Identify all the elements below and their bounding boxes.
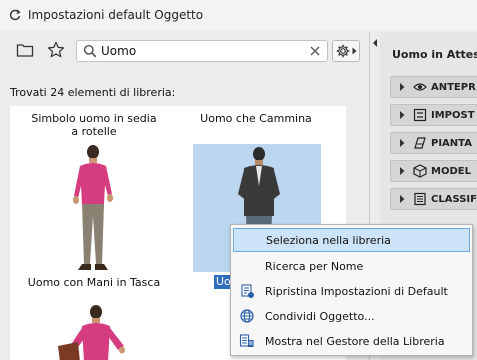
selected-object-title: Uomo in Attesa: [392, 48, 477, 61]
reset-icon: [241, 284, 254, 298]
menu-item-show-in-library-manager[interactable]: Mostra nel Gestore della Libreria: [233, 329, 470, 353]
chevron-right-icon: [352, 47, 356, 55]
menu-item-search-by-name[interactable]: Ricerca per Nome: [233, 254, 470, 278]
section-label: IMPOST: [431, 109, 475, 121]
section-label: MODEL: [431, 165, 471, 177]
library-toolbar: [0, 32, 368, 70]
man-with-bag-thumbnail[interactable]: [48, 302, 138, 360]
folder-button[interactable]: [14, 39, 36, 61]
section-model[interactable]: MODEL: [390, 160, 477, 182]
search-icon: [83, 44, 97, 58]
results-count: Trovati 24 elementi di libreria:: [10, 86, 176, 99]
collapse-panel-icon[interactable]: [371, 38, 379, 48]
library-item-label[interactable]: Simbolo uomo in sedia a rotelle: [10, 112, 178, 138]
section-label: ANTEPR: [431, 81, 476, 93]
chevron-right-icon: [400, 111, 405, 119]
globe-icon: [240, 309, 254, 323]
context-menu: Seleziona nella libreria Ricerca per Nom…: [230, 224, 473, 356]
folder-icon: [16, 44, 34, 57]
floorplan-icon: [414, 137, 426, 149]
chevron-right-icon: [400, 167, 405, 175]
section-preview[interactable]: ANTEPR: [390, 76, 477, 98]
window-title: Impostazioni default Oggetto: [28, 8, 204, 22]
section-floorplan[interactable]: PIANTA: [390, 132, 477, 154]
refresh-icon: [8, 8, 22, 22]
menu-item-label: Seleziona nella libreria: [266, 233, 391, 247]
chevron-right-icon: [400, 83, 405, 91]
man-walking-thumbnail[interactable]: [68, 144, 118, 274]
list-icon: [414, 192, 426, 206]
search-options-button[interactable]: [332, 40, 360, 62]
menu-item-reset-defaults[interactable]: Ripristina Impostazioni di Default: [233, 279, 470, 303]
menu-item-label: Condividi Oggetto...: [265, 309, 375, 323]
section-label: CLASSIF: [431, 193, 477, 205]
menu-item-label: Ripristina Impostazioni di Default: [265, 284, 448, 298]
section-label: PIANTA: [431, 137, 472, 149]
cube-icon: [413, 164, 427, 178]
library-item-label[interactable]: Uomo che Cammina: [172, 112, 340, 125]
section-classification[interactable]: CLASSIF: [390, 188, 477, 210]
section-settings[interactable]: IMPOST: [390, 104, 477, 126]
menu-item-select-in-library[interactable]: Seleziona nella libreria: [233, 228, 470, 252]
chevron-right-icon: [400, 195, 405, 203]
star-icon: [47, 41, 65, 58]
library-item-label[interactable]: Uomo con Mani in Tasca: [10, 276, 178, 289]
search-field[interactable]: [76, 40, 328, 62]
clear-search-icon[interactable]: [308, 44, 322, 58]
menu-item-label: Mostra nel Gestore della Libreria: [265, 334, 445, 348]
eye-icon: [413, 83, 427, 91]
settings-icon: [413, 108, 427, 122]
favorites-button[interactable]: [45, 39, 67, 61]
menu-item-label: Ricerca per Nome: [265, 259, 364, 273]
search-input[interactable]: [101, 43, 301, 59]
title-bar: Impostazioni default Oggetto: [0, 0, 477, 30]
menu-item-share-object[interactable]: Condividi Oggetto...: [233, 304, 470, 328]
library-manager-icon: [239, 334, 254, 347]
gear-icon: [336, 44, 349, 58]
chevron-right-icon: [400, 139, 405, 147]
